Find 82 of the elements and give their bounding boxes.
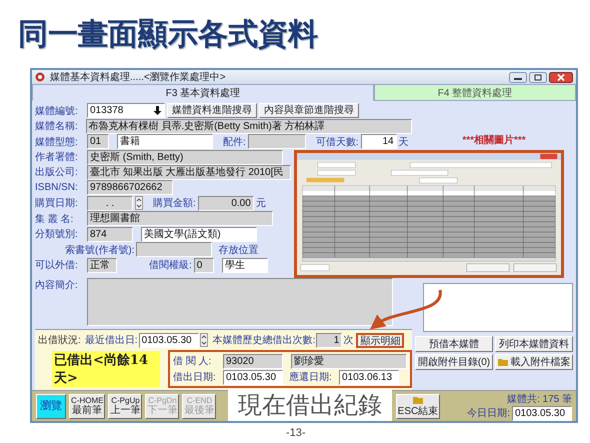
slide-title: 同一畫面顯示各式資料 [17,16,319,50]
unit-label: 天 [398,136,409,149]
series-field[interactable]: 理想圖書館 [87,211,273,226]
field-label: 購買日期: [35,196,79,210]
tab[interactable]: F4 整體資料處理 [374,84,576,101]
class-code-field[interactable]: 874 [87,226,133,242]
spinner-icon[interactable] [135,196,143,210]
loan-count-field[interactable]: 1 [316,332,342,348]
call-number-field[interactable] [136,242,212,258]
level-field[interactable]: 學生 [222,258,268,273]
field-label: 索書號(作者號): [65,244,134,257]
spinner-icon[interactable] [200,333,208,348]
tab[interactable]: F3 基本資料處理 [32,84,374,101]
folder-icon [412,396,423,404]
field-label: 應還日期: [289,370,333,384]
minimize-icon[interactable] [509,72,527,82]
field-label: 配件: [223,136,246,149]
app-icon [35,72,45,82]
field-label: 最近借出日: [84,334,138,348]
class-field[interactable]: 美國文學(語文類) [141,226,257,242]
record-count: 媒體共: 175 筆 [506,392,572,406]
loan-date-field[interactable]: 0103.05.30 [223,370,283,385]
title-field[interactable]: 布魯克林有棵樹 貝蒂.史密斯(Betty Smith)著 方柏林譯 [86,118,412,134]
field-label: ISBN/SN: [35,182,79,194]
author-field[interactable]: 史密斯 (Smith, Betty) [87,150,283,165]
media-number-field[interactable]: 013378 [87,103,165,118]
field-label: 今日日期: [467,406,510,420]
close-icon[interactable] [549,72,573,82]
exit-button[interactable]: ESC結束 [396,394,440,418]
isbn-field[interactable]: 9789866702662 [87,180,173,196]
action-button[interactable]: 載入附件檔案 [495,354,573,370]
callout-caption: 現在借出紀錄 [228,389,392,421]
show-details-button[interactable]: 顯示明細 [356,332,404,348]
publisher-field[interactable]: 臺北市 知果出版 大雁出版基地發行 2010[民 [87,164,291,180]
field-label: 本媒體歷史總借出次數: [212,334,316,348]
field-label: 出版公司: [35,166,79,180]
due-date-field[interactable]: 0103.06.13 [339,370,399,385]
type-field[interactable]: 書籍 [117,134,213,150]
field-label: 媒體名稱: [35,120,79,134]
borrower-name-field[interactable]: 劉珍愛 [291,354,407,369]
maximize-icon[interactable] [529,72,547,82]
search-button[interactable]: 媒體資料進階搜尋 [167,103,257,118]
field-label: 集 叢 名: [35,212,74,226]
field-label: 存放位置 [218,244,258,257]
folder-icon [498,358,508,366]
nav-button[interactable]: C-HOME 最前筆 [69,394,106,418]
field-label: 借閱權級: [149,258,192,272]
level-code-field[interactable]: 0 [194,258,214,273]
loan-days-field[interactable]: 14 [360,134,397,150]
action-button[interactable]: 開啟附件目錄(0) [415,354,493,370]
page-number: -13- [286,427,306,439]
mode-button[interactable]: 瀏覽 [36,394,66,418]
picture-label: ***相關圖片*** [461,134,527,147]
field-label: 媒體編號: [35,104,79,118]
field-label: 借 閱 人: [173,355,212,368]
type-code-field[interactable]: 01 [87,134,109,150]
borrower-id-field[interactable]: 93020 [223,354,283,369]
field-label: 媒體型態: [35,136,79,149]
last-loan-date-field[interactable]: 0103.05.30 [138,332,199,348]
field-label: 可以外借: [35,258,79,272]
field-label: 出借狀況: [38,334,81,348]
purchase-date-field[interactable]: . . [87,196,133,211]
field-label: 購買金額: [153,196,196,210]
summary-field[interactable] [87,278,393,326]
field-label: 分類號別: [35,228,79,242]
search-button[interactable]: 內容與章節進階搜尋 [259,103,359,118]
nav-button[interactable]: C-PgUp 上一筆 [108,394,142,418]
action-button[interactable]: 列印本媒體資料 [495,336,573,352]
unit-label: 次 [343,334,354,348]
accessory-field[interactable] [248,134,306,150]
lendable-field[interactable]: 正常 [87,258,117,273]
loan-status: 已借出<尚餘14天> [52,351,160,388]
window-title: 媒體基本資料處理.....<瀏覽作業處理中> [50,70,226,84]
field-label: 借出日期: [173,370,217,384]
down-arrow-icon[interactable] [153,105,162,116]
amount-field[interactable]: 0.00 [198,196,254,211]
field-label: 內容簡介: [35,278,79,292]
today-field: 0103.05.30 [512,406,572,420]
action-button[interactable]: 預借本媒體 [415,336,493,352]
field-label: 可借天數: [316,136,359,149]
field-label: 作者署體: [35,150,79,164]
unit-label: 元 [256,197,266,210]
